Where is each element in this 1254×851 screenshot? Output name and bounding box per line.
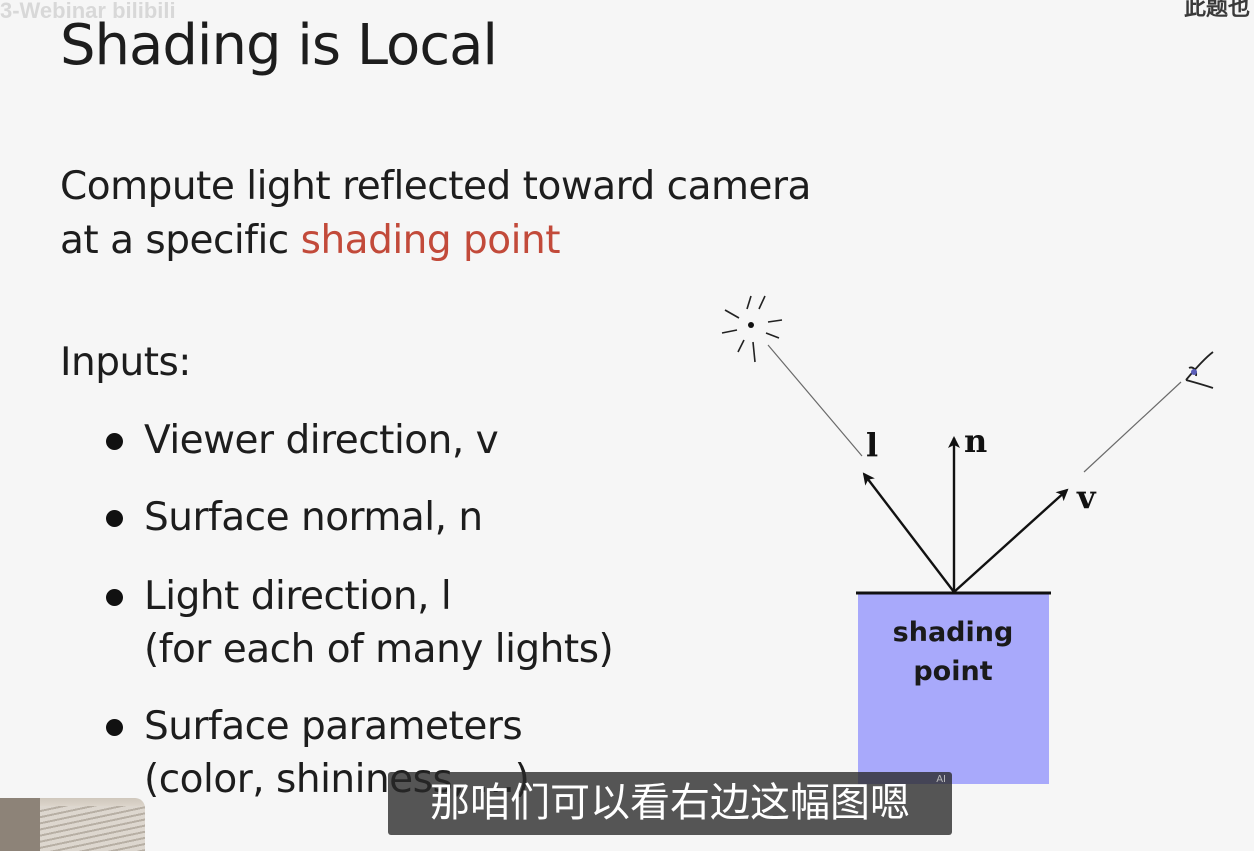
bullet-text: Viewer direction, v [144,418,499,463]
shading-diagram [721,295,1214,784]
light-ray [767,344,863,457]
bullet-dot-icon [106,433,123,450]
ai-subtitle-badge: AI [936,774,946,785]
webcam-shade [0,798,40,851]
viewer-vector-arrow [953,488,1069,593]
light-vector-label: l [866,426,879,464]
shading-point-highlight: shading point [300,218,561,263]
box-label-line-2: point [913,656,993,687]
presenter-webcam-thumbnail [0,798,145,851]
bullet-dot-icon [106,510,123,527]
bullet-text: Surface normal, n [144,495,483,540]
subtitle-bar: 那咱们可以看右边这幅图嗯 AI [388,772,952,835]
inputs-label: Inputs: [60,340,191,385]
bullet-dot-icon [106,589,123,606]
webcam-window-blind [40,806,145,851]
viewer-vector-label: v [1077,478,1096,516]
bullet-dot-icon [106,719,123,736]
slide: 3-Webinar bilibili 此题也 Shading is Local … [0,0,1254,851]
corner-watermark: 此题也 [1183,0,1250,21]
bullet-subtext: (for each of many lights) [144,627,614,672]
intro-line-2: at a specific shading point [60,214,811,268]
slide-title: Shading is Local [60,13,498,78]
bullet-text: Light direction, l [144,574,452,619]
shading-point-label: shading point [858,613,1048,691]
box-label-line-1: shading [892,617,1014,648]
bullet-text: Surface parameters [144,704,523,749]
eye-icon [1185,351,1214,389]
light-vector-arrow [862,472,955,593]
intro-text: Compute light reflected toward camera at… [60,160,811,268]
view-ray [1083,381,1182,473]
light-source-icon [721,295,783,363]
intro-line-2-prefix: at a specific [60,218,301,263]
normal-vector-label: n [964,422,988,460]
subtitle-text: 那咱们可以看右边这幅图嗯 [430,780,910,826]
intro-line-1: Compute light reflected toward camera [60,164,811,209]
